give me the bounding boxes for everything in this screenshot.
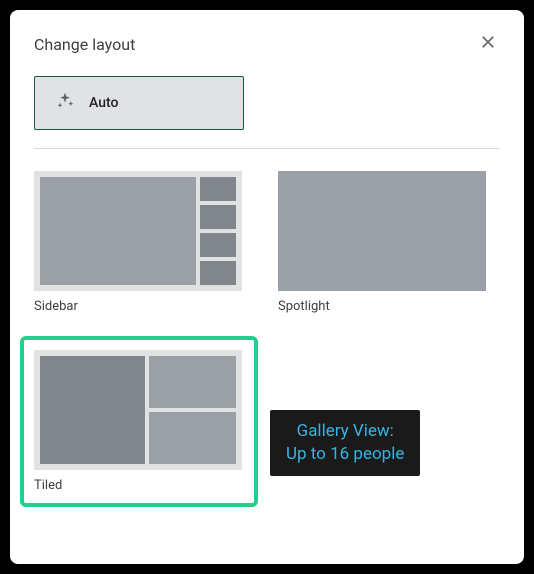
tiled-tooltip: Gallery View: Up to 16 people (270, 410, 420, 476)
auto-layout-button[interactable]: Auto (34, 76, 244, 130)
divider (34, 148, 500, 149)
layout-option-sidebar[interactable]: Sidebar (34, 171, 242, 314)
layout-option-spotlight[interactable]: Spotlight (278, 171, 486, 314)
auto-label: Auto (89, 95, 118, 111)
close-button[interactable] (476, 32, 500, 56)
tiled-thumbnail (34, 350, 242, 470)
sidebar-thumbnail (34, 171, 242, 291)
layout-options: Sidebar Spotlight Tiled (34, 171, 500, 493)
tooltip-line2: Up to 16 people (286, 444, 404, 464)
change-layout-dialog: Change layout Auto (10, 10, 524, 564)
close-icon (478, 32, 498, 56)
sparkle-icon (55, 91, 75, 115)
tiled-label: Tiled (34, 478, 242, 493)
sidebar-label: Sidebar (34, 299, 242, 314)
spotlight-thumbnail (278, 171, 486, 291)
layout-option-tiled[interactable]: Tiled (34, 350, 242, 493)
tooltip-line1: Gallery View: (297, 421, 394, 441)
dialog-header: Change layout (34, 32, 500, 56)
dialog-title: Change layout (34, 35, 135, 54)
spotlight-label: Spotlight (278, 299, 486, 314)
layout-option-tiled-selected: Tiled (20, 336, 258, 507)
auto-option-row: Auto (34, 76, 500, 130)
